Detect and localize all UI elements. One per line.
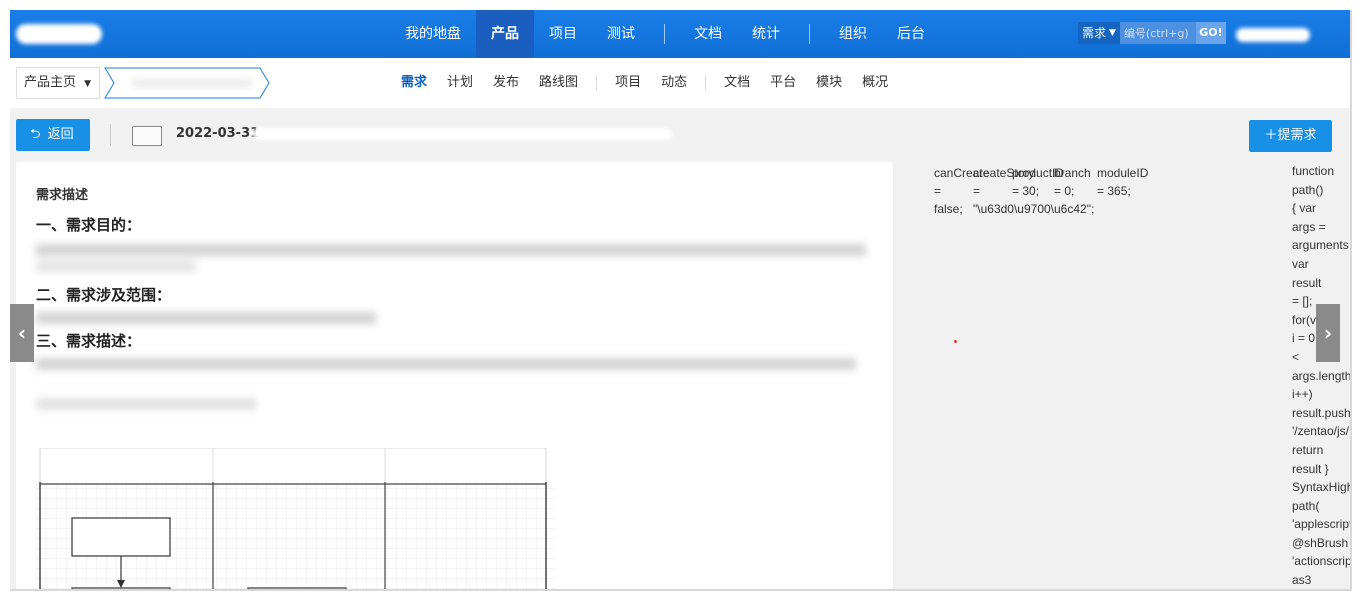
nav-divider: [664, 24, 665, 44]
code-line: as3: [1292, 573, 1312, 588]
redacted-text: [36, 244, 866, 256]
code-line: function: [1292, 164, 1335, 178]
search-input[interactable]: [1119, 22, 1196, 44]
main-content: ⮌ 返回 2022-03-31 ＋提需求 需求描述 一、需求目的： 二、需求涉及…: [10, 108, 1352, 591]
nav-item[interactable]: 文档: [679, 10, 737, 58]
top-navbar: 我的地盘产品项目测试文档统计组织后台 需求 ▼ GO!: [10, 10, 1352, 58]
code-line: '/zentao/js/: [1292, 424, 1349, 439]
code-line: return: [1292, 442, 1324, 457]
nav-item[interactable]: 组织: [824, 10, 882, 58]
flowchart-image: [36, 448, 556, 591]
subnav-item[interactable]: 计划: [437, 58, 483, 108]
add-story-button[interactable]: ＋提需求: [1249, 120, 1332, 152]
sub-navbar: 产品主页 ▼ 需求 计划 发布 路线图 项目 动态 文档 平台 模块 概况: [10, 58, 1352, 108]
product-name-redacted: [132, 78, 252, 88]
plus-icon: ＋: [1264, 128, 1278, 143]
raw-js-code: function path() { var args = arguments var res…: [1292, 162, 1352, 590]
code-line: 'applescript: [1292, 517, 1352, 532]
subnav-item[interactable]: 需求: [391, 58, 437, 108]
undo-icon: ⮌: [30, 127, 41, 142]
subnav-item[interactable]: 动态: [651, 58, 697, 108]
subnav-item[interactable]: 项目: [605, 58, 651, 108]
redacted-text: [36, 358, 856, 370]
next-story-button[interactable]: ›: [1316, 304, 1340, 362]
story-date: 2022-03-31: [176, 126, 260, 141]
story-description-card: 需求描述 一、需求目的： 二、需求涉及范围： 三、需求描述：: [16, 162, 893, 591]
nav-item[interactable]: 后台: [882, 10, 940, 58]
code-line: var: [1292, 256, 1309, 271]
redacted-text: [36, 398, 256, 410]
story-id-badge: [132, 126, 162, 146]
back-button[interactable]: ⮌ 返回: [16, 119, 90, 151]
subnav-item[interactable]: 文档: [714, 58, 760, 108]
section-label: 需求描述: [36, 188, 89, 203]
subnav-item[interactable]: 发布: [483, 58, 529, 108]
code-line: path(: [1292, 498, 1320, 513]
subnav-item[interactable]: 平台: [760, 58, 806, 108]
code-line: path(): [1292, 182, 1324, 197]
redacted-text: [36, 260, 196, 272]
nav-item[interactable]: 我的地盘: [390, 10, 476, 58]
code-text: = 365;: [1097, 184, 1131, 198]
nav-item[interactable]: 测试: [592, 10, 650, 58]
code-line: 'actionscript: [1292, 554, 1352, 569]
code-line: arguments: [1292, 238, 1349, 253]
chevron-right-icon: ›: [1323, 321, 1333, 345]
code-text: = 0;: [1054, 184, 1075, 198]
code-line: args =: [1292, 219, 1326, 234]
chevron-left-icon: ‹: [17, 321, 27, 345]
code-line: result }: [1292, 461, 1329, 476]
nav-item[interactable]: 项目: [534, 10, 592, 58]
code-line: @shBrush: [1292, 535, 1349, 550]
chevron-down-icon: ▼: [1109, 28, 1116, 38]
go-button[interactable]: GO!: [1195, 22, 1226, 44]
js-var-branch: branch = 0;: [1054, 164, 1091, 200]
search-type-select[interactable]: 需求 ▼: [1078, 22, 1120, 44]
code-line: i++): [1292, 387, 1313, 402]
subnav-item[interactable]: 模块: [806, 58, 852, 108]
code-text: "\u63d0\u9700\u6c42";: [973, 202, 1095, 216]
code-line: SyntaxHighl: [1292, 480, 1352, 495]
subnav-item[interactable]: 概况: [852, 58, 898, 108]
product-subnav: 需求 计划 发布 路线图 项目 动态 文档 平台 模块 概况: [391, 58, 898, 108]
subnav-item[interactable]: 路线图: [529, 58, 588, 108]
chevron-down-icon: ▼: [84, 79, 92, 89]
heading-scope: 二、需求涉及范围：: [36, 286, 172, 304]
quick-search: 需求 ▼ GO!: [1078, 22, 1226, 44]
divider: [110, 124, 111, 146]
search-type-label: 需求: [1082, 26, 1107, 40]
add-story-label: 提需求: [1277, 128, 1317, 143]
red-dot: [954, 340, 957, 343]
heading-description: 三、需求描述：: [36, 332, 142, 350]
code-line: args.length: [1292, 368, 1352, 383]
code-text: moduleID: [1097, 166, 1149, 180]
story-title-redacted: [252, 128, 672, 140]
prev-story-button[interactable]: ‹: [10, 304, 34, 362]
product-home-dropdown[interactable]: 产品主页 ▼: [16, 67, 100, 99]
user-menu[interactable]: [1236, 28, 1310, 42]
back-label: 返回: [47, 127, 74, 142]
code-line: result.push: [1292, 405, 1351, 420]
code-line: result: [1292, 275, 1322, 290]
nav-divider: [809, 24, 810, 44]
main-nav: 我的地盘 产品 项目 测试 文档 统计 组织 后台: [390, 10, 940, 58]
code-line: { var: [1292, 201, 1317, 216]
company-logo[interactable]: [16, 24, 102, 44]
nav-item[interactable]: 产品: [476, 10, 534, 58]
product-home-label: 产品主页: [24, 75, 77, 90]
js-var-moduleid: moduleID = 365;: [1097, 164, 1148, 200]
heading-purpose: 一、需求目的：: [36, 216, 142, 234]
subnav-divider: [705, 75, 707, 91]
subnav-divider: [596, 75, 598, 91]
code-text: branch: [1054, 166, 1091, 180]
nav-item[interactable]: 统计: [737, 10, 795, 58]
redacted-text: [36, 312, 376, 324]
